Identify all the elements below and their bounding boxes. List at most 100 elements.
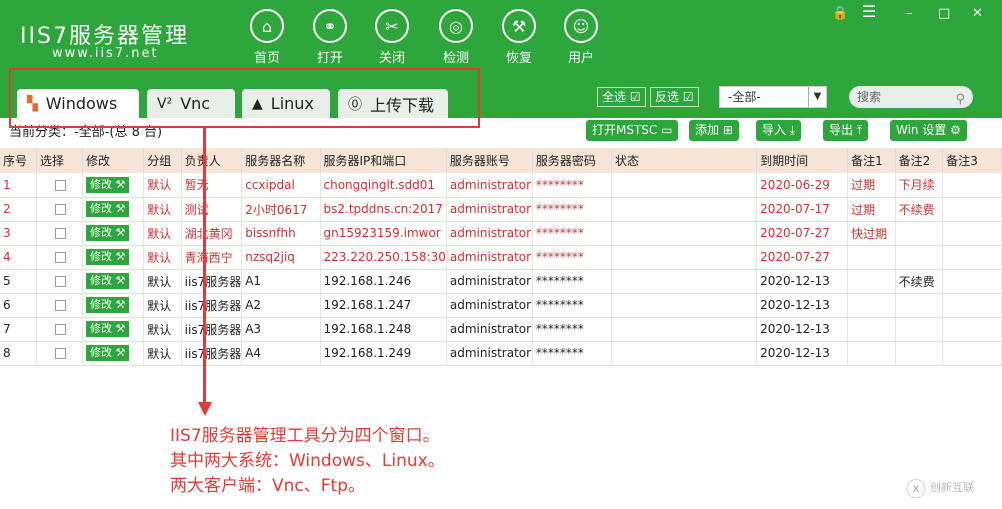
cell-n3 — [942, 221, 1002, 246]
column-header[interactable]: 分组 — [143, 148, 182, 173]
cell-no: 7 — [0, 317, 37, 342]
category-select[interactable]: -全部- ▼ — [719, 86, 827, 108]
win-settings-button[interactable]: Win 设置 ⚙ — [890, 120, 967, 141]
nav-restore[interactable]: ⚒ 恢复 — [489, 9, 549, 66]
column-header[interactable]: 状态 — [611, 148, 758, 173]
menu-icon[interactable]: ☰ — [862, 2, 876, 21]
cell-pwd: ******** — [532, 269, 612, 294]
table-row[interactable]: 1 修改 ⚒ 默认 暂无 ccxipdal chongqinglt.sdd01 admini… — [0, 173, 1002, 198]
search-input[interactable]: 搜索 ⚲ — [849, 86, 973, 108]
cell-status — [611, 221, 758, 246]
table-row[interactable]: 8 修改 ⚒ 默认 iis7服务器 A4 192.168.1.249 administrat… — [0, 341, 1002, 366]
cell-no: 5 — [0, 269, 37, 294]
column-header[interactable]: 到期时间 — [756, 148, 849, 173]
minimize-icon[interactable]: – — [906, 6, 913, 21]
cell-pwd: ******** — [532, 293, 612, 318]
column-header[interactable]: 备注2 — [895, 148, 944, 173]
row-checkbox[interactable] — [54, 324, 66, 335]
close-icon[interactable]: ✕ — [972, 6, 983, 21]
column-header[interactable]: 服务器密码 — [532, 148, 612, 173]
wrench-icon: ⚒ — [112, 226, 126, 239]
edit-button[interactable]: 修改 ⚒ — [86, 249, 130, 265]
column-header[interactable]: 备注1 — [847, 148, 896, 173]
table-row[interactable]: 3 修改 ⚒ 默认 湖北黄冈 bissnfhh gn15923159.imwor admin… — [0, 221, 1002, 246]
cell-group: 默认 — [143, 293, 182, 318]
import-button[interactable]: 导入 ⤓ — [756, 120, 802, 141]
cell-group: 默认 — [143, 317, 182, 342]
cell-status — [611, 245, 758, 270]
column-header[interactable]: 服务器IP和端口 — [320, 148, 447, 173]
column-header[interactable]: 负责人 — [181, 148, 243, 173]
nav-close[interactable]: ✂ 关闭 — [362, 9, 422, 66]
invert-button[interactable]: 反选 ☑ — [650, 87, 699, 107]
edit-button[interactable]: 修改 ⚒ — [86, 201, 130, 217]
cell-owner: 青海西宁 — [181, 245, 243, 270]
row-checkbox[interactable] — [54, 348, 66, 359]
row-checkbox[interactable] — [54, 228, 66, 239]
column-header[interactable]: 备注3 — [942, 148, 1002, 173]
edit-button[interactable]: 修改 ⚒ — [86, 273, 130, 289]
cell-n3 — [942, 197, 1002, 222]
edit-cell: 修改 ⚒ — [82, 293, 145, 318]
column-header[interactable]: 修改 — [82, 148, 145, 173]
cell-n1 — [847, 293, 896, 318]
nav-user[interactable]: ☺ 用户 — [551, 9, 611, 66]
lock-icon[interactable]: 🔒 — [832, 6, 848, 21]
cell-name: 2小时0617 — [241, 197, 321, 222]
cell-n1: 过期 — [847, 197, 896, 222]
cell-n1: 快过期 — [847, 221, 896, 246]
select-all-button[interactable]: 全选 ☑ — [597, 87, 646, 107]
row-checkbox[interactable] — [54, 252, 66, 263]
wrench-icon: ⚒ — [112, 250, 126, 263]
wrench-icon: ⚒ — [112, 322, 126, 335]
column-header[interactable]: 选择 — [36, 148, 84, 173]
user-icon: ☺ — [564, 9, 598, 43]
row-checkbox[interactable] — [54, 179, 66, 191]
cell-account: administrator — [446, 269, 533, 294]
table-row[interactable]: 5 修改 ⚒ 默认 iis7服务器 A1 192.168.1.246 administrat… — [0, 269, 1002, 294]
add-button[interactable]: 添加 ⊞ — [689, 120, 739, 141]
column-header[interactable]: 服务器账号 — [446, 148, 533, 173]
cell-n2 — [895, 317, 944, 342]
edit-label: 修改 — [90, 322, 113, 335]
nav-user-label: 用户 — [567, 51, 594, 66]
edit-button[interactable]: 修改 ⚒ — [86, 321, 130, 337]
cell-owner: iis7服务器 — [181, 317, 243, 342]
edit-cell: 修改 ⚒ — [82, 173, 145, 198]
cell-pwd: ******** — [532, 197, 612, 222]
cell-status — [611, 197, 758, 222]
cell-name: A2 — [241, 293, 321, 318]
cell-status — [611, 341, 758, 366]
edit-button[interactable]: 修改 ⚒ — [86, 225, 130, 241]
edit-button[interactable]: 修改 ⚒ — [86, 297, 130, 313]
cell-owner: 暂无 — [181, 173, 243, 198]
select-cell — [36, 173, 84, 198]
maximize-icon[interactable]: □ — [938, 6, 950, 21]
home-icon: ⌂ — [250, 9, 284, 43]
wrench-icon: ⚒ — [112, 298, 126, 311]
row-checkbox[interactable] — [54, 204, 66, 215]
cell-n1 — [847, 317, 896, 342]
table-row[interactable]: 6 修改 ⚒ 默认 iis7服务器 A2 192.168.1.247 administrat… — [0, 293, 1002, 318]
open-mstsc-button[interactable]: 打开MSTSC ▭ — [586, 120, 679, 141]
nav-detect[interactable]: ◎ 检测 — [426, 9, 486, 66]
column-header[interactable]: 序号 — [0, 148, 37, 173]
cell-expire: 2020-12-13 — [756, 341, 849, 366]
nav-home[interactable]: ⌂ 首页 — [237, 9, 297, 66]
table-row[interactable]: 7 修改 ⚒ 默认 iis7服务器 A3 192.168.1.248 administrat… — [0, 317, 1002, 342]
export-button[interactable]: 导出 ⤒ — [823, 120, 869, 141]
table-row[interactable]: 2 修改 ⚒ 默认 测试 2小时0617 bs2.tpddns.cn:2017 admini… — [0, 197, 1002, 222]
row-checkbox[interactable] — [54, 300, 66, 311]
edit-button[interactable]: 修改 ⚒ — [86, 345, 130, 361]
cell-n3 — [942, 317, 1002, 342]
cell-status — [611, 173, 758, 198]
edit-button[interactable]: 修改 ⚒ — [86, 176, 130, 193]
cell-owner: 测试 — [181, 197, 243, 222]
edit-cell: 修改 ⚒ — [82, 245, 145, 270]
nav-open[interactable]: ⚭ 打开 — [300, 9, 360, 66]
cell-n1 — [847, 245, 896, 270]
row-checkbox[interactable] — [54, 276, 66, 287]
column-header[interactable]: 服务器名称 — [241, 148, 321, 173]
watermark-text: 创新互联 — [930, 481, 974, 494]
table-row[interactable]: 4 修改 ⚒ 默认 青海西宁 nzsq2jiq 223.220.250.158:30 adm… — [0, 245, 1002, 270]
